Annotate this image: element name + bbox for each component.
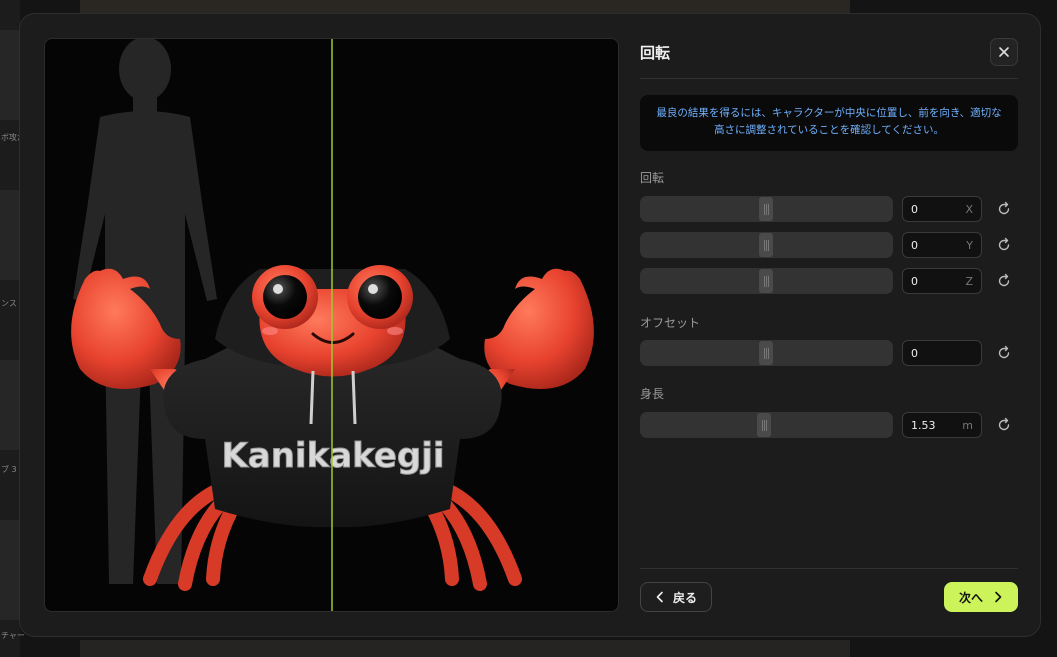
height-value: 1.53 bbox=[911, 418, 936, 432]
reset-rotation-z-icon[interactable] bbox=[996, 273, 1012, 289]
footer-divider bbox=[640, 568, 1018, 569]
backdrop-thumbnail bbox=[0, 360, 20, 450]
header-divider bbox=[640, 78, 1018, 79]
height-slider[interactable] bbox=[640, 412, 893, 438]
offset-value: 0 bbox=[911, 346, 918, 360]
backdrop-label: ンス bbox=[1, 299, 17, 308]
rotation-x-value: 0 bbox=[911, 202, 918, 216]
info-message: 最良の結果を得るには、キャラクターが中央に位置し、前を向き、適切な高さに調整され… bbox=[640, 95, 1018, 151]
height-input[interactable]: 1.53 m bbox=[902, 412, 982, 438]
slider-thumb[interactable] bbox=[759, 269, 773, 293]
chevron-right-icon bbox=[995, 591, 1002, 603]
rotation-z-value: 0 bbox=[911, 274, 918, 288]
rotation-x-unit: X bbox=[965, 202, 973, 216]
back-button-label: 戻る bbox=[672, 590, 697, 605]
offset-slider[interactable] bbox=[640, 340, 893, 366]
rotation-label: 回転 bbox=[640, 171, 665, 185]
rotation-y-unit: Y bbox=[966, 238, 973, 252]
rotation-y-input[interactable]: 0 Y bbox=[902, 232, 982, 258]
backdrop-label: チャー bbox=[1, 631, 25, 640]
slider-thumb[interactable] bbox=[759, 341, 773, 365]
rotation-z-input[interactable]: 0 Z bbox=[902, 268, 982, 294]
close-button[interactable] bbox=[990, 38, 1018, 66]
reset-rotation-y-icon[interactable] bbox=[996, 237, 1012, 253]
backdrop-image-bottom bbox=[80, 640, 850, 657]
settings-panel: 回転 最良の結果を得るには、キャラクターが中央に位置し、前を向き、適切な高さに調… bbox=[640, 38, 1018, 612]
next-button-label: 次へ bbox=[958, 590, 983, 605]
slider-thumb[interactable] bbox=[759, 197, 773, 221]
reset-rotation-x-icon[interactable] bbox=[996, 201, 1012, 217]
chevron-left-icon bbox=[656, 591, 663, 603]
rotation-y-slider[interactable] bbox=[640, 232, 893, 258]
slider-thumb[interactable] bbox=[759, 233, 773, 257]
reset-height-icon[interactable] bbox=[996, 417, 1012, 433]
backdrop-thumbnail bbox=[0, 520, 20, 620]
modal-title: 回転 bbox=[640, 44, 671, 62]
next-button[interactable]: 次へ bbox=[944, 582, 1018, 612]
close-icon bbox=[999, 47, 1009, 57]
rotation-modal: Kanikakegji 回転 最良の結果を得るには、キャラクターが中央に位置し、… bbox=[19, 13, 1041, 637]
backdrop-image-top bbox=[80, 0, 850, 14]
rotation-z-slider[interactable] bbox=[640, 268, 893, 294]
preview-scene: Kanikakegji bbox=[71, 39, 594, 611]
slider-thumb[interactable] bbox=[757, 413, 771, 437]
backdrop-label: ブ 3 bbox=[1, 465, 17, 474]
rotation-x-input[interactable]: 0 X bbox=[902, 196, 982, 222]
height-label: 身長 bbox=[640, 387, 665, 401]
back-button[interactable]: 戻る bbox=[640, 582, 712, 612]
backdrop-thumbnail bbox=[0, 30, 20, 120]
rotation-x-slider[interactable] bbox=[640, 196, 893, 222]
offset-input[interactable]: 0 bbox=[902, 340, 982, 366]
backdrop-thumbnail bbox=[0, 190, 20, 280]
model-preview-viewport[interactable]: Kanikakegji bbox=[44, 38, 619, 612]
rotation-z-unit: Z bbox=[965, 274, 973, 288]
offset-label: オフセット bbox=[640, 316, 701, 330]
height-unit: m bbox=[962, 418, 973, 432]
hoodie-logo-text: Kanikakegji bbox=[221, 436, 444, 476]
rotation-y-value: 0 bbox=[911, 238, 918, 252]
reset-offset-icon[interactable] bbox=[996, 345, 1012, 361]
